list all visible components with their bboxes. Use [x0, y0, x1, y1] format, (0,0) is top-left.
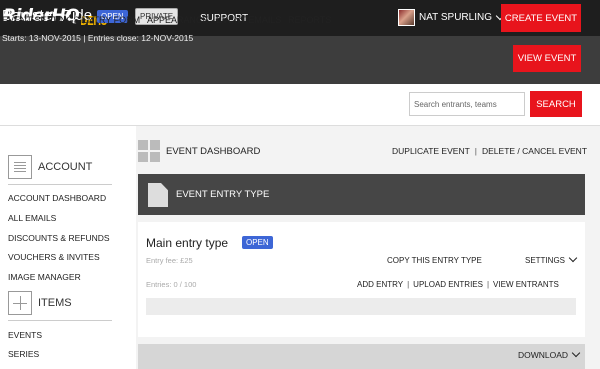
sidebar-item-image-manager[interactable]: IMAGE MANAGER [8, 272, 81, 282]
download-dropdown[interactable]: DOWNLOAD [518, 348, 581, 360]
nav-appearance[interactable]: APPEARANCE [147, 15, 209, 25]
duplicate-event-link[interactable]: DUPLICATE EVENT [392, 146, 470, 156]
sidebar-heading-label: ACCOUNT [38, 161, 93, 173]
entry-type-name[interactable]: Main entry type [146, 236, 228, 250]
view-event-button[interactable]: VIEW EVENT [513, 45, 581, 72]
delete-cancel-event-link[interactable]: DELETE / CANCEL EVENT [482, 146, 587, 156]
chevron-down-icon [568, 253, 578, 263]
upload-entries-link[interactable]: UPLOAD ENTRIES [413, 280, 483, 289]
sidebar-items-heading: ITEMS [8, 291, 72, 315]
nav-entry-form[interactable]: ENTRY FORM [81, 15, 140, 25]
user-menu[interactable]: NAT SPURLING [398, 9, 505, 26]
entry-fee: Entry fee: £25 [146, 256, 193, 265]
dashboard-grid-icon [138, 140, 160, 162]
entries-placeholder-strip [146, 298, 576, 315]
entry-actions: ADD ENTRY | UPLOAD ENTRIES | VIEW ENTRANTS [357, 280, 559, 289]
event-header [0, 36, 600, 84]
nav-event-emails[interactable]: EVENT EMAILS [216, 15, 281, 25]
sidebar-item-events[interactable]: EVENTS [8, 330, 42, 340]
nav-event-settings[interactable]: EVENT SETTINGS [2, 15, 79, 25]
sidebar-item-discounts-refunds[interactable]: DISCOUNTS & REFUNDS [8, 233, 110, 243]
entry-type-section-title: EVENT ENTRY TYPE [176, 189, 270, 200]
sidebar-heading-label: ITEMS [38, 297, 72, 309]
download-label: DOWNLOAD [518, 350, 569, 360]
sidebar-account-heading: ACCOUNT [8, 155, 92, 179]
search-input[interactable] [409, 92, 525, 116]
separator: | [474, 146, 477, 156]
nav-reports[interactable]: REPORTS [288, 15, 331, 25]
separator: | [486, 280, 490, 289]
plus-icon [8, 291, 32, 315]
user-name: NAT SPURLING [419, 12, 492, 23]
sidebar-divider [8, 320, 112, 321]
view-entrants-link[interactable]: VIEW ENTRANTS [493, 280, 559, 289]
dashboard-actions: DUPLICATE EVENT | DELETE / CANCEL EVENT [392, 146, 587, 156]
add-entry-link[interactable]: ADD ENTRY [357, 280, 403, 289]
settings-label: SETTINGS [525, 256, 566, 265]
sidebar-divider [8, 184, 112, 185]
sidebar-item-series[interactable]: SERIES [8, 349, 39, 359]
sidebar-item-all-emails[interactable]: ALL EMAILS [8, 213, 56, 223]
settings-dropdown[interactable]: SETTINGS [525, 253, 578, 265]
separator: | [407, 280, 410, 289]
sidebar-item-account-dashboard[interactable]: ACCOUNT DASHBOARD [8, 193, 106, 203]
dashboard-title: EVENT DASHBOARD [166, 146, 261, 157]
sidebar-item-vouchers-invites[interactable]: VOUCHERS & INVITES [8, 252, 100, 262]
create-event-button[interactable]: CREATE EVENT [501, 4, 581, 32]
copy-entry-type-link[interactable]: COPY THIS ENTRY TYPE [387, 256, 482, 265]
event-dates: Starts: 13-NOV-2015 | Entries close: 12-… [2, 33, 194, 43]
entries-count: Entries: 0 / 100 [146, 280, 197, 289]
avatar [398, 9, 415, 26]
entry-type-status-badge: OPEN [242, 236, 273, 249]
chevron-down-icon [571, 348, 581, 358]
document-icon [8, 155, 32, 179]
search-button[interactable]: SEARCH [530, 91, 582, 117]
